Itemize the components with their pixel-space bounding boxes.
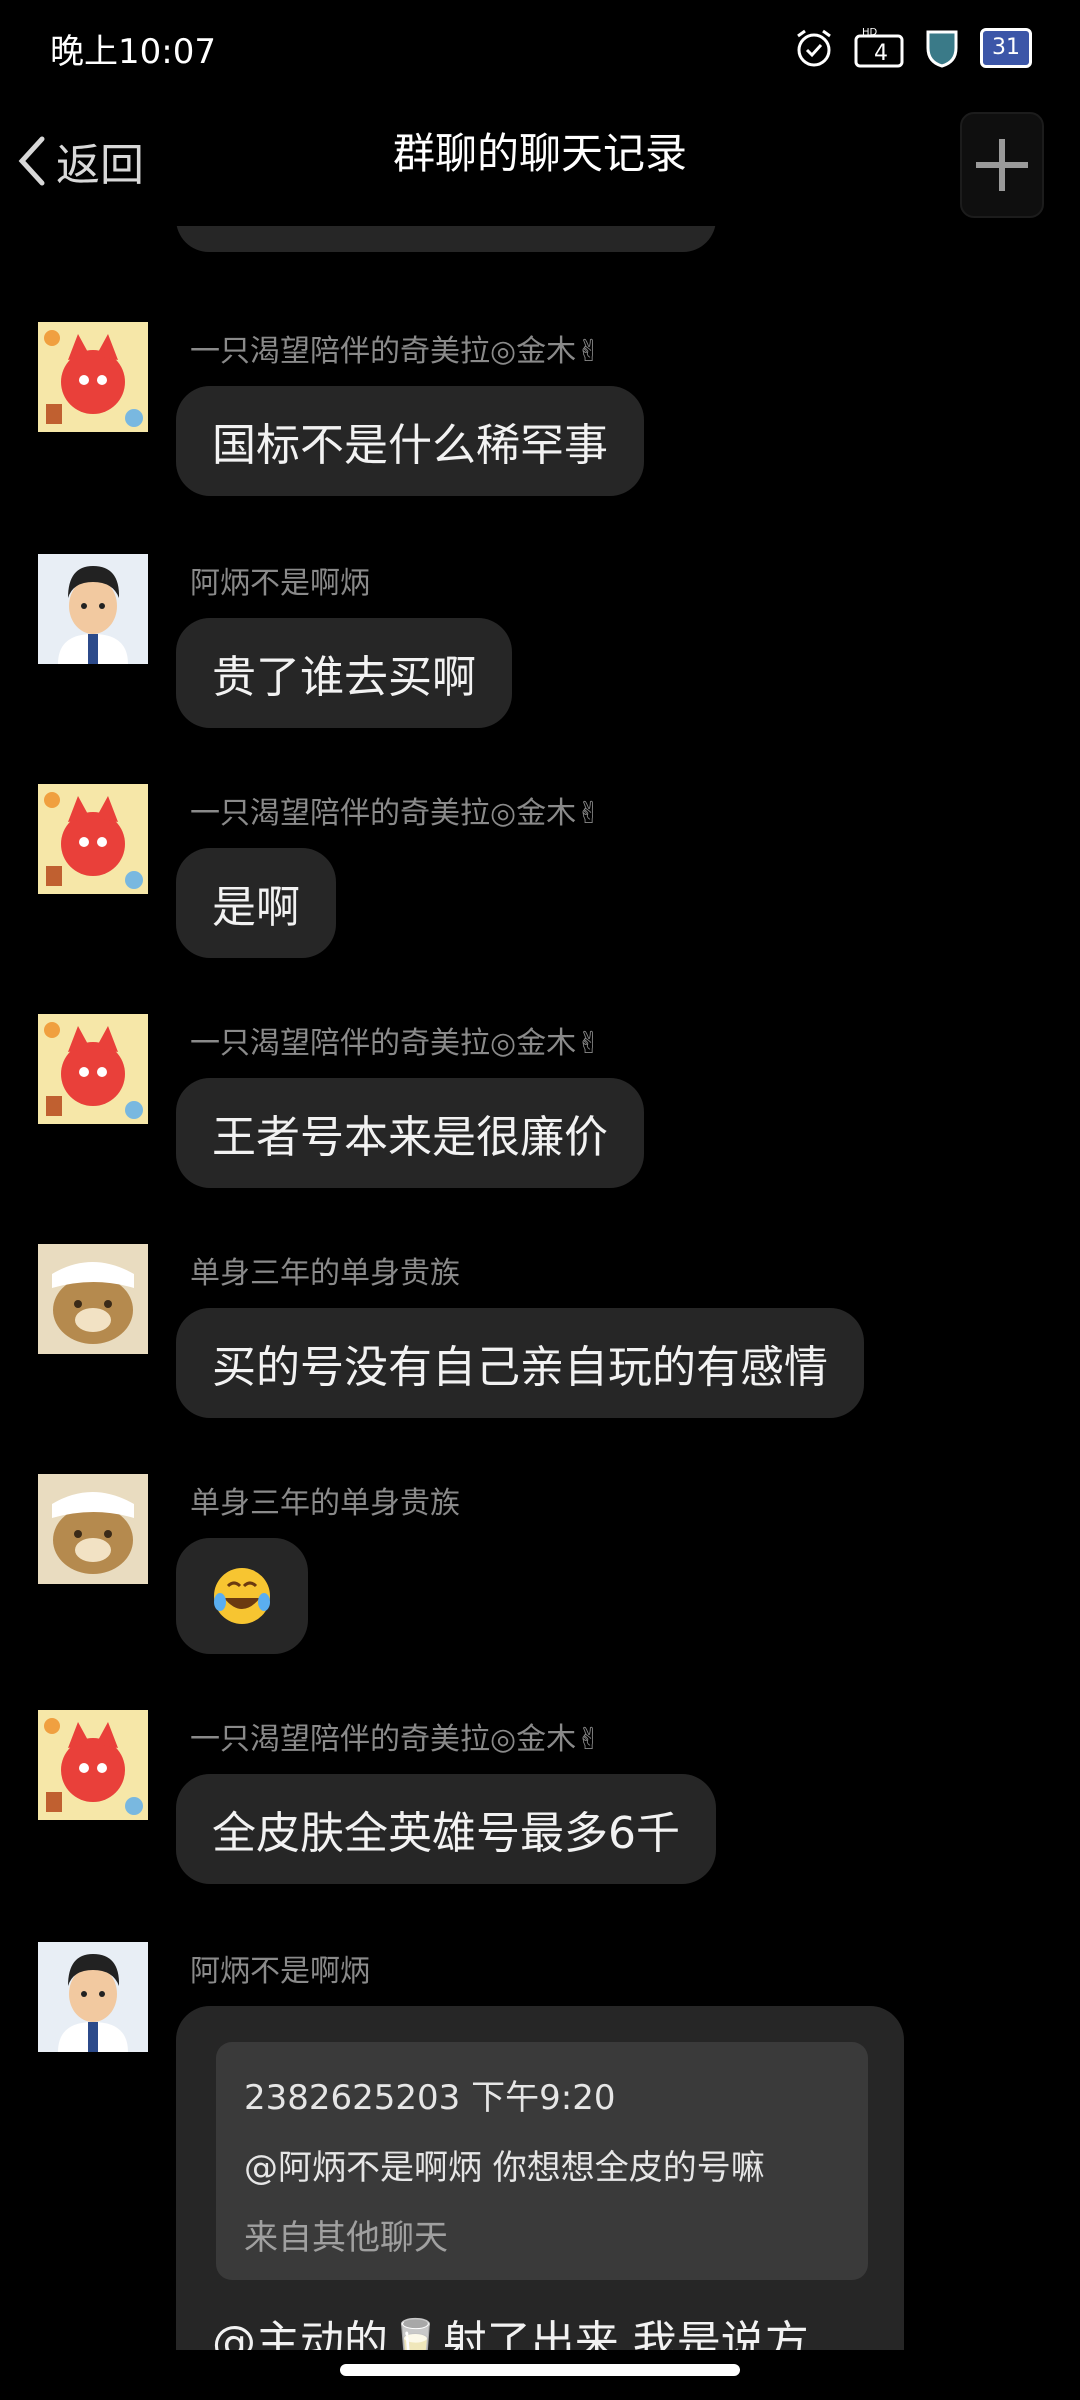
message-bubble[interactable]: 全皮肤全英雄号最多6千 (176, 1774, 716, 1884)
reply-text: @主动的🥛射了出来 我是说方 (212, 2317, 809, 2350)
battery-icon: 31 (980, 28, 1032, 68)
nav-bar: 返回 群聊的聊天记录 (0, 96, 1080, 226)
man-avatar[interactable] (38, 554, 148, 664)
sender-name: 单身三年的单身贵族 (190, 1486, 460, 1521)
plus-icon (976, 139, 1028, 191)
svg-text:4: 4 (874, 41, 888, 66)
svg-text:HD: HD (862, 27, 878, 38)
shield-icon (922, 26, 962, 70)
bear-avatar[interactable] (38, 1474, 148, 1584)
sender-name: 一只渴望陪伴的奇美拉◎金木✌ (190, 1722, 602, 1757)
message-bubble[interactable]: 😂 (176, 1538, 308, 1654)
message-bubble[interactable]: 王者号本来是很廉价 (176, 1078, 644, 1188)
fox-avatar[interactable] (38, 784, 148, 894)
cut-off-bubble (176, 226, 716, 252)
hd-4g-signal-icon: HD 4 (854, 26, 904, 70)
status-icons: HD 4 31 (792, 26, 1032, 70)
fox-avatar[interactable] (38, 1710, 148, 1820)
sender-name: 一只渴望陪伴的奇美拉◎金木✌ (190, 1026, 602, 1061)
sender-name: 阿炳不是啊炳 (190, 1954, 370, 1989)
sender-name: 一只渴望陪伴的奇美拉◎金木✌ (190, 796, 602, 831)
quote-meta: 2382625203 下午9:20 (244, 2078, 616, 2118)
chat-list[interactable]: 一只渴望陪伴的奇美拉◎金木✌ 国标不是什么稀罕事 阿炳不是啊炳 贵了谁去买啊 一… (0, 226, 1080, 2350)
bear-avatar[interactable] (38, 1244, 148, 1354)
quoted-message[interactable]: 2382625203 下午9:20 @阿炳不是啊炳 你想想全皮的号嘛 来自其他聊… (216, 2042, 868, 2280)
message-bubble[interactable]: 买的号没有自己亲自玩的有感情 (176, 1308, 864, 1418)
fox-avatar[interactable] (38, 1014, 148, 1124)
alarm-icon (792, 26, 836, 70)
message-bubble[interactable]: 贵了谁去买啊 (176, 618, 512, 728)
quote-text: @阿炳不是啊炳 你想想全皮的号嘛 (244, 2148, 765, 2188)
battery-level: 31 (992, 35, 1020, 60)
quote-source: 来自其他聊天 (244, 2218, 448, 2258)
message-bubble[interactable]: 是啊 (176, 848, 336, 958)
status-time: 晚上10:07 (50, 32, 216, 72)
fox-avatar[interactable] (38, 322, 148, 432)
laughing-tears-emoji-icon (214, 1568, 270, 1624)
man-avatar[interactable] (38, 1942, 148, 2052)
sender-name: 阿炳不是啊炳 (190, 566, 370, 601)
status-bar: 晚上10:07 HD 4 31 (0, 0, 1080, 96)
sender-name: 一只渴望陪伴的奇美拉◎金木✌ (190, 334, 602, 369)
sender-name: 单身三年的单身贵族 (190, 1256, 460, 1291)
page-title: 群聊的聊天记录 (392, 129, 687, 178)
quote-reply-bubble[interactable]: 2382625203 下午9:20 @阿炳不是啊炳 你想想全皮的号嘛 来自其他聊… (176, 2006, 904, 2350)
add-button[interactable] (960, 112, 1044, 218)
message-bubble[interactable]: 国标不是什么稀罕事 (176, 386, 644, 496)
home-indicator[interactable] (340, 2364, 740, 2376)
